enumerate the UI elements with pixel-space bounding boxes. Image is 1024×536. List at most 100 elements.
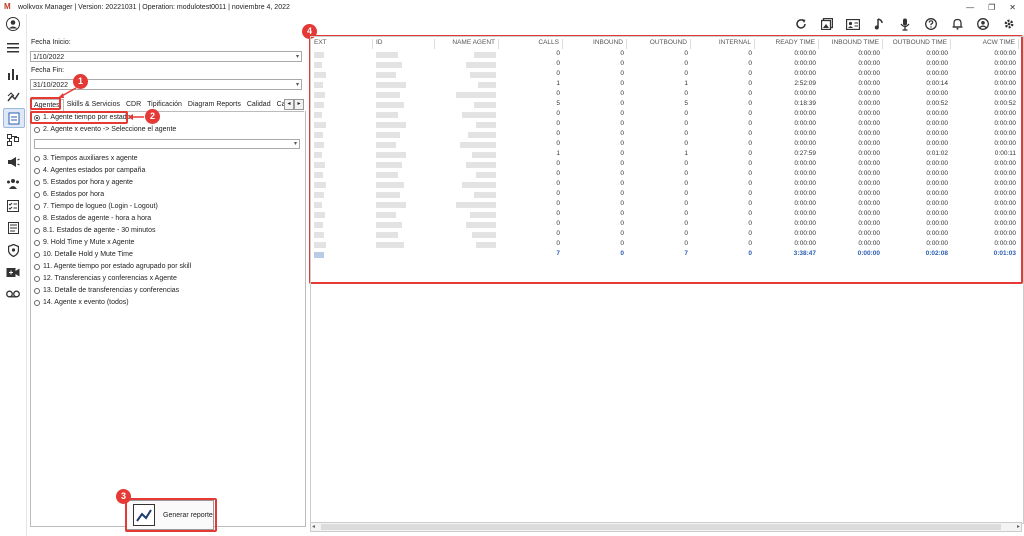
gallery-icon[interactable] xyxy=(820,17,834,31)
tab-cdr[interactable]: CDR xyxy=(123,99,144,111)
table-cell: 0 xyxy=(620,60,624,67)
music-icon[interactable] xyxy=(872,17,886,31)
id-card-icon[interactable] xyxy=(846,17,860,31)
checklist-icon[interactable] xyxy=(5,198,21,214)
column-header[interactable]: OUTBOUND xyxy=(627,39,691,49)
table-row[interactable]: 0 0 0 0 0:00:00 0:00:00 0:00:00 0:00:00 xyxy=(311,240,1019,250)
option-12[interactable]: 12. Transferencias y conferencias x Agen… xyxy=(34,275,177,282)
redacted-cell xyxy=(311,180,373,190)
column-header[interactable]: INBOUND TIME xyxy=(819,39,883,49)
account-icon[interactable] xyxy=(976,17,990,31)
tab-scroll-right-button[interactable]: ▸ xyxy=(294,99,304,110)
column-header[interactable]: CALLS xyxy=(499,39,563,49)
option-14[interactable]: 14. Agente x evento (todos) xyxy=(34,299,129,306)
microphone-icon[interactable] xyxy=(898,17,912,31)
table-cell: 0 xyxy=(620,190,624,197)
redacted-cell xyxy=(373,90,435,100)
option-3[interactable]: 3. Tiempos auxiliares x agente xyxy=(34,155,138,162)
video-icon[interactable] xyxy=(5,264,21,280)
table-row[interactable]: 0 0 0 0 0:00:00 0:00:00 0:00:00 0:00:00 xyxy=(311,130,1019,140)
agent-select[interactable]: ▾ xyxy=(34,139,300,149)
option-6[interactable]: 6. Estados por hora xyxy=(34,191,104,198)
table-row[interactable]: 0 0 0 0 0:00:00 0:00:00 0:00:00 0:00:00 xyxy=(311,210,1019,220)
table-row[interactable]: 0 0 0 0 0:00:00 0:00:00 0:00:00 0:00:00 xyxy=(311,70,1019,80)
tab-scroll-left-button[interactable]: ◂ xyxy=(284,99,294,110)
help-icon[interactable] xyxy=(924,17,938,31)
table-cell: 0:00:00 xyxy=(994,110,1016,117)
option-9[interactable]: 9. Hold Time y Mute x Agente xyxy=(34,239,134,246)
table-row[interactable]: 1 0 1 0 0:27:59 0:00:00 0:01:02 0:00:11 xyxy=(311,150,1019,160)
column-header[interactable]: INBOUND xyxy=(563,39,627,49)
campaign-icon[interactable] xyxy=(5,154,21,170)
table-row[interactable]: 0 0 0 0 0:00:00 0:00:00 0:00:00 0:00:00 xyxy=(311,120,1019,130)
table-cell: 0:00:00 xyxy=(994,170,1016,177)
table-row[interactable]: 0 0 0 0 0:00:00 0:00:00 0:00:00 0:00:00 xyxy=(311,200,1019,210)
bar-chart-icon[interactable] xyxy=(5,66,21,82)
redacted-cell xyxy=(311,110,373,120)
restore-button[interactable]: ❐ xyxy=(988,3,995,12)
team-icon[interactable] xyxy=(5,176,21,192)
user-icon[interactable] xyxy=(5,16,21,32)
table-row[interactable]: 5 0 5 0 0:18:39 0:00:00 0:00:52 0:00:52 xyxy=(311,100,1019,110)
menu-icon[interactable] xyxy=(5,40,21,56)
callout-badge-2: 2 xyxy=(145,109,160,124)
option-8-1[interactable]: 8.1. Estados de agente - 30 minutos xyxy=(34,227,155,234)
option-11[interactable]: 11. Agente tiempo por estado agrupado po… xyxy=(34,263,191,270)
table-row[interactable]: 0 0 0 0 0:00:00 0:00:00 0:00:00 0:00:00 xyxy=(311,190,1019,200)
option-4[interactable]: 4. Agentes estados por campaña xyxy=(34,167,145,174)
table-row[interactable]: 0 0 0 0 0:00:00 0:00:00 0:00:00 0:00:00 xyxy=(311,50,1019,60)
table-cell: 0:00:00 xyxy=(858,180,880,187)
totals-row[interactable]: 7 0 7 0 3:38:47 0:00:00 0:02:08 0:01:03 xyxy=(311,250,1019,260)
security-icon[interactable] xyxy=(5,242,21,258)
scroll-right-icon[interactable]: ▸ xyxy=(1017,523,1020,530)
table-cell: 0 xyxy=(556,170,560,177)
table-row[interactable]: 0 0 0 0 0:00:00 0:00:00 0:00:00 0:00:00 xyxy=(311,220,1019,230)
table-row[interactable]: 0 0 0 0 0:00:00 0:00:00 0:00:00 0:00:00 xyxy=(311,230,1019,240)
table-cell: 0:00:00 xyxy=(794,110,816,117)
table-row[interactable]: 0 0 0 0 0:00:00 0:00:00 0:00:00 0:00:00 xyxy=(311,60,1019,70)
start-date-picker[interactable]: 1/10/2022 ▾ xyxy=(30,51,302,62)
column-header[interactable]: ACW TIME xyxy=(951,39,1019,49)
column-header[interactable]: INTERNAL xyxy=(691,39,755,49)
table-row[interactable]: 0 0 0 0 0:00:00 0:00:00 0:00:00 0:00:00 xyxy=(311,170,1019,180)
report-icon[interactable] xyxy=(3,108,25,128)
redaction-bar xyxy=(376,52,398,58)
option-8[interactable]: 8. Estados de agente - hora a hora xyxy=(34,215,151,222)
column-header[interactable]: READY TIME xyxy=(755,39,819,49)
horizontal-scrollbar[interactable]: ◂ ▸ xyxy=(310,522,1022,532)
trend-icon[interactable] xyxy=(5,88,21,104)
option-5[interactable]: 5. Estados por hora y agente xyxy=(34,179,133,186)
bell-icon[interactable] xyxy=(950,17,964,31)
option-13[interactable]: 13. Detalle de transferencias y conferen… xyxy=(34,287,179,294)
scroll-thumb[interactable] xyxy=(321,524,1001,530)
column-header[interactable]: ID xyxy=(373,39,435,49)
tab-skills-servicios[interactable]: Skills & Servicios xyxy=(64,99,123,111)
redacted-cell xyxy=(435,240,499,250)
column-header[interactable]: NAME AGENT xyxy=(435,39,499,49)
table-row[interactable]: 0 0 0 0 0:00:00 0:00:00 0:00:00 0:00:00 xyxy=(311,140,1019,150)
table-cell: 0:01:03 xyxy=(993,250,1016,257)
close-button[interactable]: ✕ xyxy=(1009,3,1016,12)
table-row[interactable]: 1 0 1 0 2:52:09 0:00:00 0:00:14 0:00:00 xyxy=(311,80,1019,90)
table-row[interactable]: 0 0 0 0 0:00:00 0:00:00 0:00:00 0:00:00 xyxy=(311,180,1019,190)
column-header[interactable]: OUTBOUND TIME xyxy=(883,39,951,49)
scroll-left-icon[interactable]: ◂ xyxy=(312,523,315,530)
tab-calidad[interactable]: Calidad xyxy=(244,99,274,111)
table-row[interactable]: 0 0 0 0 0:00:00 0:00:00 0:00:00 0:00:00 xyxy=(311,110,1019,120)
column-header[interactable]: EXT xyxy=(311,39,373,49)
table-cell: 0 xyxy=(748,180,752,187)
option-10[interactable]: 10. Detalle Hold y Mute Time xyxy=(34,251,133,258)
settings-icon[interactable] xyxy=(1002,17,1016,31)
minimize-button[interactable]: — xyxy=(966,3,974,12)
option-7[interactable]: 7. Tiempo de logueo (Login - Logout) xyxy=(34,203,158,210)
table-row[interactable]: 0 0 0 0 0:00:00 0:00:00 0:00:00 0:00:00 xyxy=(311,160,1019,170)
option-2[interactable]: 2. Agente x evento -> Seleccione el agen… xyxy=(34,126,176,133)
redaction-bar xyxy=(476,172,496,178)
tab-diagram-reports[interactable]: Diagram Reports xyxy=(185,99,244,111)
document-icon[interactable] xyxy=(5,220,21,236)
table-row[interactable]: 0 0 0 0 0:00:00 0:00:00 0:00:00 0:00:00 xyxy=(311,90,1019,100)
voicemail-icon[interactable] xyxy=(5,286,21,302)
table-cell: 0 xyxy=(556,240,560,247)
flow-icon[interactable] xyxy=(5,132,21,148)
refresh-icon[interactable] xyxy=(794,17,808,31)
